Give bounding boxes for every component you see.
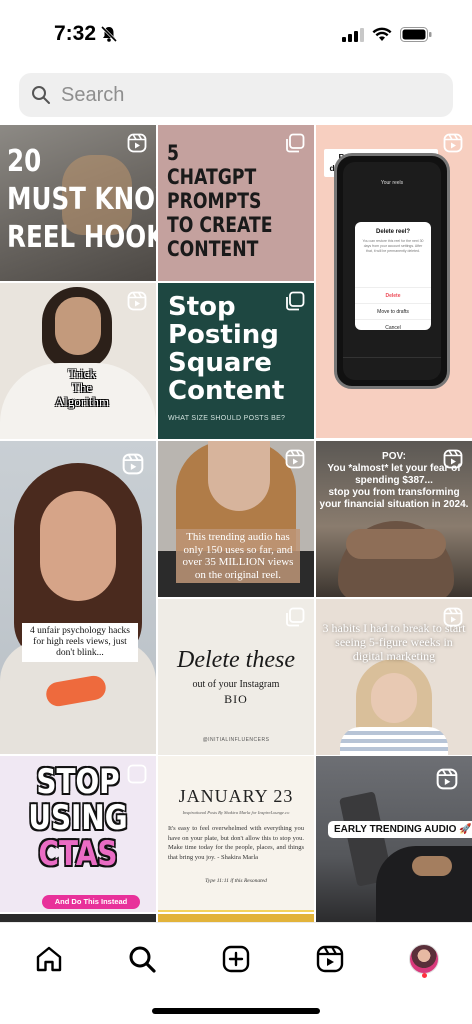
tile-body: It's easy to feel overwhelmed with every… bbox=[168, 825, 304, 861]
tile-text: CHATGPT bbox=[167, 165, 257, 189]
tab-create[interactable] bbox=[216, 939, 256, 979]
explore-tile[interactable] bbox=[158, 914, 314, 922]
tile-text: CTAS bbox=[38, 834, 118, 874]
tab-reels[interactable] bbox=[310, 939, 350, 979]
battery-icon bbox=[400, 27, 432, 42]
tile-text: The bbox=[71, 380, 93, 395]
wifi-icon bbox=[372, 27, 392, 41]
explore-tile[interactable]: 4 unfair psychology hacks for high reels… bbox=[0, 441, 156, 754]
delete-dialog: Delete reel? You can restore this reel f… bbox=[355, 222, 431, 331]
phone-screen-title: Your reels bbox=[380, 180, 404, 186]
explore-tile[interactable]: This trending audio has only 150 uses so… bbox=[158, 441, 314, 597]
tile-caption: This trending audio has only 150 uses so… bbox=[176, 529, 300, 583]
tile-text: CONTENT bbox=[167, 237, 259, 261]
dialog-title: Delete reel? bbox=[375, 229, 411, 235]
dialog-body: You can restore this reel for the next 3… bbox=[362, 239, 424, 253]
home-icon bbox=[36, 946, 62, 972]
tile-text: Square bbox=[168, 348, 272, 378]
tile-text: BIO bbox=[224, 692, 248, 706]
explore-tile[interactable]: 3 habits I had to break to start seeing … bbox=[316, 599, 472, 755]
carousel-icon bbox=[286, 133, 305, 153]
tile-subtext: WHAT SIZE SHOULD POSTS BE? bbox=[168, 415, 286, 422]
tile-subtext: Inspirational Posts By Shakira Marla for… bbox=[182, 810, 290, 815]
cta-button: And Do This Instead bbox=[42, 895, 140, 909]
status-time: 7:32 bbox=[54, 22, 97, 45]
tile-text: Delete these bbox=[177, 647, 295, 673]
tab-home[interactable] bbox=[29, 939, 69, 979]
explore-tile[interactable]: Stop Posting Square Content WHAT SIZE SH… bbox=[158, 283, 314, 439]
reel-icon bbox=[443, 449, 463, 469]
reel-icon bbox=[127, 133, 147, 153]
explore-grid: 20 MUST KNOW REEL HOOKS. 5 CHATGPT PROMP… bbox=[0, 125, 472, 922]
explore-tile[interactable]: 5 CHATGPT PROMPTS TO CREATE CONTENT bbox=[158, 125, 314, 281]
phone-mockup: Your reels Delete reel? You can restore … bbox=[334, 153, 450, 389]
reels-icon bbox=[316, 945, 344, 973]
reel-icon bbox=[285, 449, 305, 469]
reel-icon bbox=[443, 133, 463, 153]
tile-text: 5 bbox=[167, 141, 179, 165]
reel-icon bbox=[436, 768, 458, 790]
plus-square-icon bbox=[222, 945, 250, 973]
tile-text: Stop bbox=[168, 292, 236, 322]
reel-icon bbox=[122, 453, 144, 475]
explore-tile[interactable] bbox=[0, 914, 156, 922]
dialog-cancel: Cancel bbox=[355, 319, 431, 331]
reel-icon bbox=[127, 291, 147, 311]
carousel-icon bbox=[286, 607, 305, 627]
tile-text: spending $387... bbox=[355, 475, 433, 486]
search-icon bbox=[32, 86, 50, 104]
tile-text: USING bbox=[28, 798, 128, 838]
dialog-delete: Delete bbox=[355, 287, 431, 299]
explore-tile[interactable]: 20 MUST KNOW REEL HOOKS. bbox=[0, 125, 156, 281]
dialog-drafts: Move to drafts bbox=[355, 303, 431, 315]
tile-text: REEL HOOKS. bbox=[7, 220, 156, 255]
tile-caption: 4 unfair psychology hacks for high reels… bbox=[22, 623, 138, 662]
carousel-icon bbox=[286, 291, 305, 311]
search-bar[interactable] bbox=[19, 73, 453, 117]
explore-tile[interactable]: POV: You *almost* let your fear of spend… bbox=[316, 441, 472, 597]
reel-icon bbox=[443, 607, 463, 627]
notification-dot bbox=[422, 973, 427, 978]
home-indicator bbox=[152, 1008, 320, 1014]
carousel-icon bbox=[127, 764, 147, 784]
tile-text: PROMPTS bbox=[167, 189, 262, 213]
tab-search[interactable] bbox=[122, 939, 162, 979]
tile-label: EARLY TRENDING AUDIO 🚀 bbox=[328, 821, 472, 838]
tile-footer: Type 11:11 if this Resonated bbox=[205, 878, 267, 884]
silent-bell-icon bbox=[100, 25, 118, 43]
explore-tile[interactable]: STOP USING CTAS And Do This Instead bbox=[0, 756, 156, 912]
tile-text: Content bbox=[168, 376, 285, 406]
tile-text: stop you from transforming bbox=[328, 487, 460, 498]
avatar bbox=[409, 944, 439, 974]
explore-tile[interactable]: EARLY TRENDING AUDIO 🚀 bbox=[316, 756, 472, 922]
explore-tile[interactable]: JANUARY 23 Inspirational Posts By Shakir… bbox=[158, 756, 314, 912]
tile-text: your financial situation in 2024. bbox=[319, 499, 469, 510]
explore-tile[interactable]: Delete these out of your Instagram BIO @… bbox=[158, 599, 314, 755]
explore-tile[interactable]: Trick The Algorithm bbox=[0, 283, 156, 439]
status-bar: 7:32 bbox=[0, 0, 472, 64]
tile-text: Posting bbox=[168, 320, 279, 350]
search-input[interactable] bbox=[59, 82, 423, 108]
tile-text: MUST KNOW bbox=[7, 182, 156, 217]
tile-text: STOP bbox=[36, 762, 120, 802]
tile-text: Algorithm bbox=[54, 394, 110, 409]
tile-handle: @INITIALINFLUENCERS bbox=[202, 737, 270, 743]
tile-text: TO CREATE bbox=[167, 213, 273, 237]
tile-text: Trick bbox=[68, 366, 96, 381]
tile-text: out of your Instagram bbox=[192, 679, 280, 690]
explore-tile[interactable]: But instead of hitting delete tap move t… bbox=[316, 125, 472, 438]
tile-caption: 3 habits I had to break to start seeing … bbox=[322, 621, 466, 663]
search-icon bbox=[129, 946, 156, 973]
cellular-signal-icon bbox=[342, 27, 364, 42]
tile-title: JANUARY 23 bbox=[178, 786, 294, 806]
